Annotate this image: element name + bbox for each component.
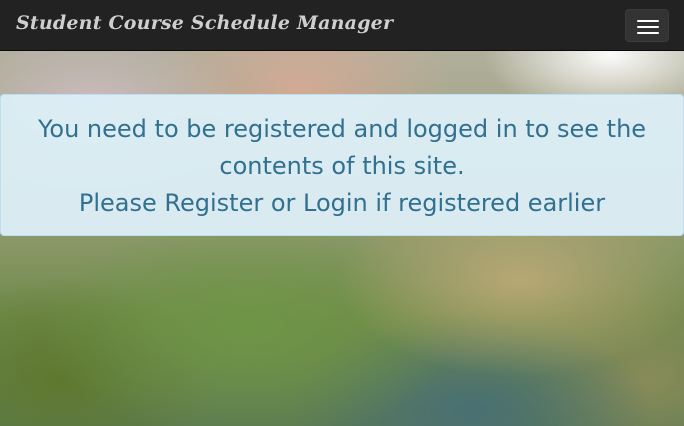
alert-instruction: Please Register or Login if registered e… <box>78 189 606 217</box>
navbar: Student Course Schedule Manager <box>0 0 684 51</box>
navbar-brand[interactable]: Student Course Schedule Manager <box>16 12 393 34</box>
alert-message: You need to be registered and logged in … <box>37 115 647 180</box>
navbar-toggle-button[interactable] <box>625 9 669 42</box>
login-required-alert: You need to be registered and logged in … <box>0 94 684 236</box>
page: Student Course Schedule Manager You need… <box>0 0 684 426</box>
